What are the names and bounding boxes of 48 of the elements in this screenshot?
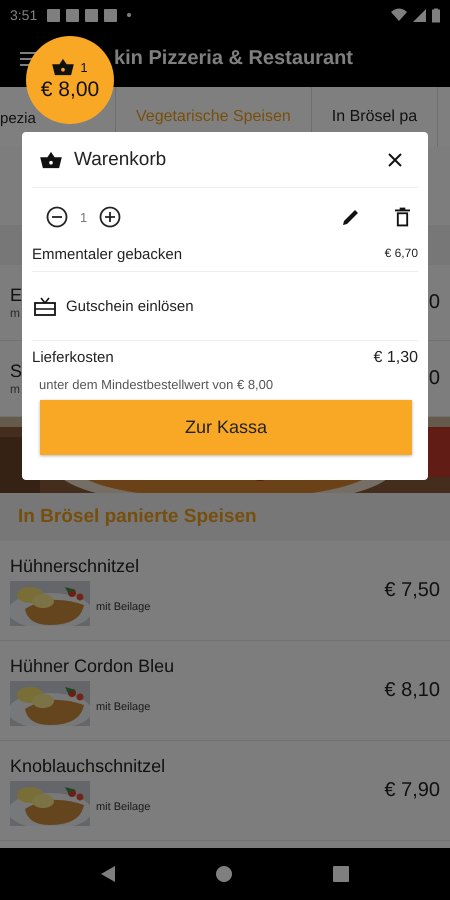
dish-price: 0: [428, 291, 440, 314]
delivery-price: € 1,30: [374, 349, 418, 367]
dish-description: mit Beilage: [96, 601, 150, 613]
dish-price: € 8,10: [384, 679, 440, 702]
quantity: 1: [80, 210, 88, 224]
item-price: € 6,70: [384, 246, 418, 260]
item-name: Emmentaler gebacken: [32, 246, 182, 263]
gift-icon: [34, 296, 56, 316]
minimum-order-note: unter dem Mindestbestellwert von € 8,00: [38, 377, 274, 392]
back-icon[interactable]: [100, 866, 115, 882]
minus-icon[interactable]: [46, 206, 68, 228]
cart-count: 1: [80, 60, 88, 74]
dish-name: Hühner Cordon Bleu: [10, 656, 174, 676]
section-title: In Brösel panierte Speisen: [18, 506, 257, 528]
dish-name: E: [10, 285, 22, 306]
home-icon[interactable]: [216, 866, 232, 882]
pencil-icon[interactable]: [341, 207, 361, 227]
dish-description: mit Beilage: [96, 701, 150, 713]
checkout-button[interactable]: Zur Kassa: [40, 400, 412, 455]
recents-icon[interactable]: [333, 866, 350, 882]
close-icon[interactable]: [388, 152, 402, 166]
dish-description: mit Beilage: [96, 801, 150, 813]
dish-price: € 7,90: [384, 779, 440, 802]
cart-total: € 8,00: [40, 78, 100, 102]
dish-name: S: [10, 361, 22, 382]
notification-icon: [47, 8, 60, 22]
dish-price: 0: [428, 367, 440, 390]
dish-price: € 7,50: [384, 579, 440, 602]
app-title: kin Pizzeria & Restaurant: [114, 47, 353, 70]
notification-icon: [104, 8, 118, 22]
dish-name: Hühnerschnitzel: [10, 556, 140, 576]
status-time: 3:51: [10, 7, 38, 23]
dialog-title: Warenkorb: [74, 148, 166, 170]
dish-description: m: [10, 306, 21, 320]
battery-icon: [432, 8, 440, 22]
wifi-icon: [391, 8, 407, 22]
trash-icon[interactable]: [395, 207, 410, 227]
basket-icon: [52, 58, 74, 76]
plus-icon[interactable]: [99, 206, 122, 228]
notification-icon: [66, 8, 80, 22]
voucher-button[interactable]: Gutschein einlösen: [32, 272, 418, 341]
signal-icon: [413, 8, 426, 22]
dish-name: Knoblauchschnitzel: [10, 756, 166, 776]
notification-icon: [85, 8, 98, 22]
dot-icon: [127, 13, 132, 17]
basket-icon: [40, 150, 62, 168]
dish-description: m: [10, 382, 21, 396]
delivery-label: Lieferkosten: [32, 349, 114, 367]
